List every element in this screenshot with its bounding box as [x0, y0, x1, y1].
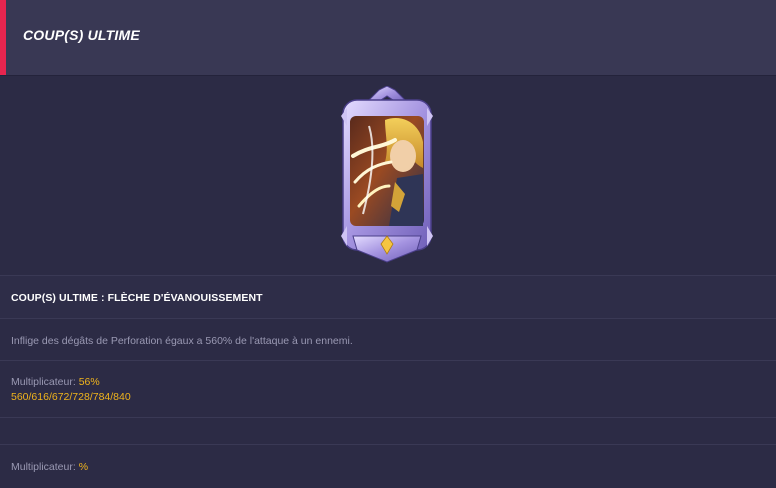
- multiplier-label-2: Multiplicateur:: [11, 461, 76, 473]
- skill-description: Inflige des dégâts de Perforation égaux …: [11, 335, 353, 347]
- header-accent-bar: [0, 0, 6, 75]
- multiplier-line: Multiplicateur: 56%: [11, 376, 100, 388]
- section-header: COUP(S) ULTIME: [0, 0, 776, 76]
- skill-card-area: [0, 76, 776, 275]
- skill-card-icon: [339, 85, 435, 264]
- ultimate-panel: COUP(S) ULTIME COUP(S) ULTIME: FLÈCHE D…: [0, 0, 776, 488]
- multiplier-value: 56%: [78, 376, 100, 388]
- multiplier-label: Multiplicateur:: [11, 376, 76, 388]
- skill-name: COUP(S) ULTIME : FLÈCHE D'ÉVANOUISSEMENT: [11, 292, 263, 304]
- multiplier-value-2: %: [78, 461, 89, 473]
- skill-description-row: Inflige des dégâts de Perforation égaux …: [0, 318, 776, 360]
- skill-name-row: COUP(S) ULTIME : FLÈCHE D'ÉVANOUISSEMENT: [0, 275, 776, 318]
- section-title: COUP(S) ULTIME: [23, 27, 140, 43]
- multiplier-row: Multiplicateur: 56% 560/616/672/728/784/…: [0, 360, 776, 417]
- multiplier-row-2: Multiplicateur: %: [0, 444, 776, 488]
- multiplier-line-2: Multiplicateur: %: [11, 461, 88, 473]
- multiplier-levels: 560/616/672/728/784/840: [11, 391, 131, 403]
- empty-row: [0, 417, 776, 444]
